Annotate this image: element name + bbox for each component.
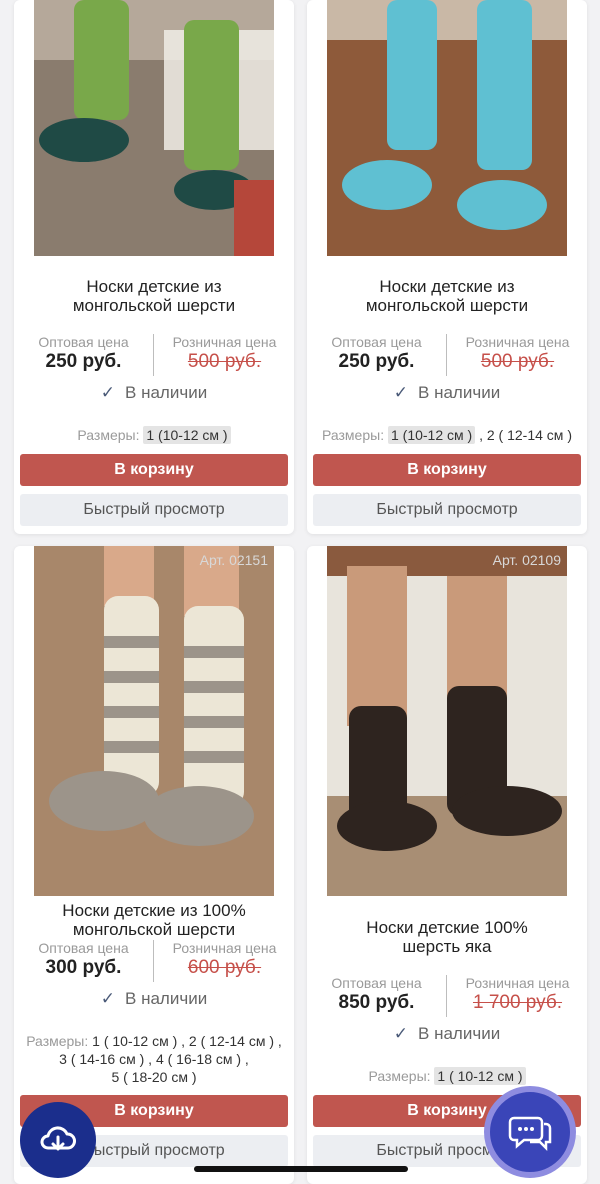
product-title[interactable]: Носки детские из монгольской шерсти xyxy=(14,277,294,315)
retail-price: 500 руб. xyxy=(480,351,555,372)
quick-view-button[interactable]: Быстрый просмотр xyxy=(313,494,581,526)
retail-price: 600 руб. xyxy=(187,957,262,978)
product-image[interactable] xyxy=(34,0,274,256)
size-option[interactable]: 3 ( 14-16 см ) , 4 ( 16-18 см ) , xyxy=(22,1050,286,1068)
home-indicator[interactable] xyxy=(194,1166,408,1172)
stock-status: ✓ В наличии xyxy=(100,989,208,1008)
check-icon: ✓ xyxy=(393,383,409,402)
sizes-list: Размеры: 1 (10-12 см ) , 2 ( 12-14 см ) xyxy=(322,426,572,444)
sizes-list: Размеры: 1 ( 10-12 см ) xyxy=(315,1067,579,1085)
price-block: Оптовая цена 850 руб. Розничная цена 1 7… xyxy=(307,975,587,1019)
product-card[interactable]: Носки детские из монгольской шерсти Опто… xyxy=(14,0,294,534)
size-option[interactable]: 1 ( 10-12 см ) , 2 ( 12-14 см ) , xyxy=(92,1033,282,1049)
price-block: Оптовая цена 300 руб. Розничная цена 600… xyxy=(14,940,294,984)
size-option[interactable]: 1 (10-12 см ) xyxy=(387,426,476,444)
product-image[interactable] xyxy=(327,0,567,256)
retail-price: 500 руб. xyxy=(187,351,262,372)
catalog-page: Носки детские из монгольской шерсти Опто… xyxy=(0,0,600,1184)
product-title[interactable]: Носки детские из 100% монгольской шерсти xyxy=(14,901,294,939)
cloud-download-icon xyxy=(40,1126,76,1151)
product-image[interactable]: Арт. 02151 xyxy=(34,546,274,896)
wholesale-label: Оптовая цена xyxy=(38,940,129,956)
product-title[interactable]: Носки детские 100% шерсть яка xyxy=(307,918,587,956)
article-number: Арт. 02109 xyxy=(492,552,561,568)
wholesale-price: 300 руб. xyxy=(45,957,122,978)
retail-label: Розничная цена xyxy=(172,940,277,956)
retail-label: Розничная цена xyxy=(172,334,277,350)
retail-label: Розничная цена xyxy=(465,975,570,991)
size-option[interactable]: 1 (10-12 см ) xyxy=(143,426,231,444)
price-divider xyxy=(153,334,154,376)
size-option[interactable]: 2 ( 12-14 см ) xyxy=(487,427,572,443)
wholesale-label: Оптовая цена xyxy=(331,334,422,350)
product-image[interactable]: Арт. 02109 xyxy=(327,546,567,896)
cloud-download-button[interactable] xyxy=(20,1102,96,1178)
price-divider xyxy=(153,940,154,982)
product-card[interactable]: Арт. 02151 Носки детские из 100% монголь… xyxy=(14,546,294,1184)
sizes-list: Размеры: 1 ( 10-12 см ) , 2 ( 12-14 см )… xyxy=(22,1032,286,1086)
retail-price: 1 700 руб. xyxy=(472,992,563,1013)
chat-bubbles-icon xyxy=(508,1116,552,1152)
product-title[interactable]: Носки детские из монгольской шерсти xyxy=(307,277,587,315)
chat-button[interactable] xyxy=(484,1086,576,1178)
price-block: Оптовая цена 250 руб. Розничная цена 500… xyxy=(307,334,587,378)
price-divider xyxy=(446,334,447,376)
stock-status: ✓ В наличии xyxy=(393,383,501,402)
wholesale-price: 850 руб. xyxy=(338,992,415,1013)
check-icon: ✓ xyxy=(100,989,116,1008)
wholesale-label: Оптовая цена xyxy=(38,334,129,350)
check-icon: ✓ xyxy=(100,383,116,402)
article-number: Арт. 02151 xyxy=(199,552,268,568)
price-divider xyxy=(446,975,447,1017)
sizes-list: Размеры: 1 (10-12 см ) xyxy=(22,426,286,444)
size-option[interactable]: 1 ( 10-12 см ) xyxy=(434,1067,526,1085)
quick-view-button[interactable]: Быстрый просмотр xyxy=(20,494,288,526)
product-card[interactable]: Носки детские из монгольской шерсти Опто… xyxy=(307,0,587,534)
wholesale-price: 250 руб. xyxy=(338,351,415,372)
wholesale-label: Оптовая цена xyxy=(331,975,422,991)
price-block: Оптовая цена 250 руб. Розничная цена 500… xyxy=(14,334,294,378)
retail-label: Розничная цена xyxy=(465,334,570,350)
check-icon: ✓ xyxy=(393,1024,409,1043)
wholesale-price: 250 руб. xyxy=(45,351,122,372)
stock-status: ✓ В наличии xyxy=(393,1024,501,1043)
size-option[interactable]: 5 ( 18-20 см ) xyxy=(22,1068,286,1086)
add-to-cart-button[interactable]: В корзину xyxy=(20,454,288,486)
add-to-cart-button[interactable]: В корзину xyxy=(313,454,581,486)
stock-status: ✓ В наличии xyxy=(100,383,208,402)
